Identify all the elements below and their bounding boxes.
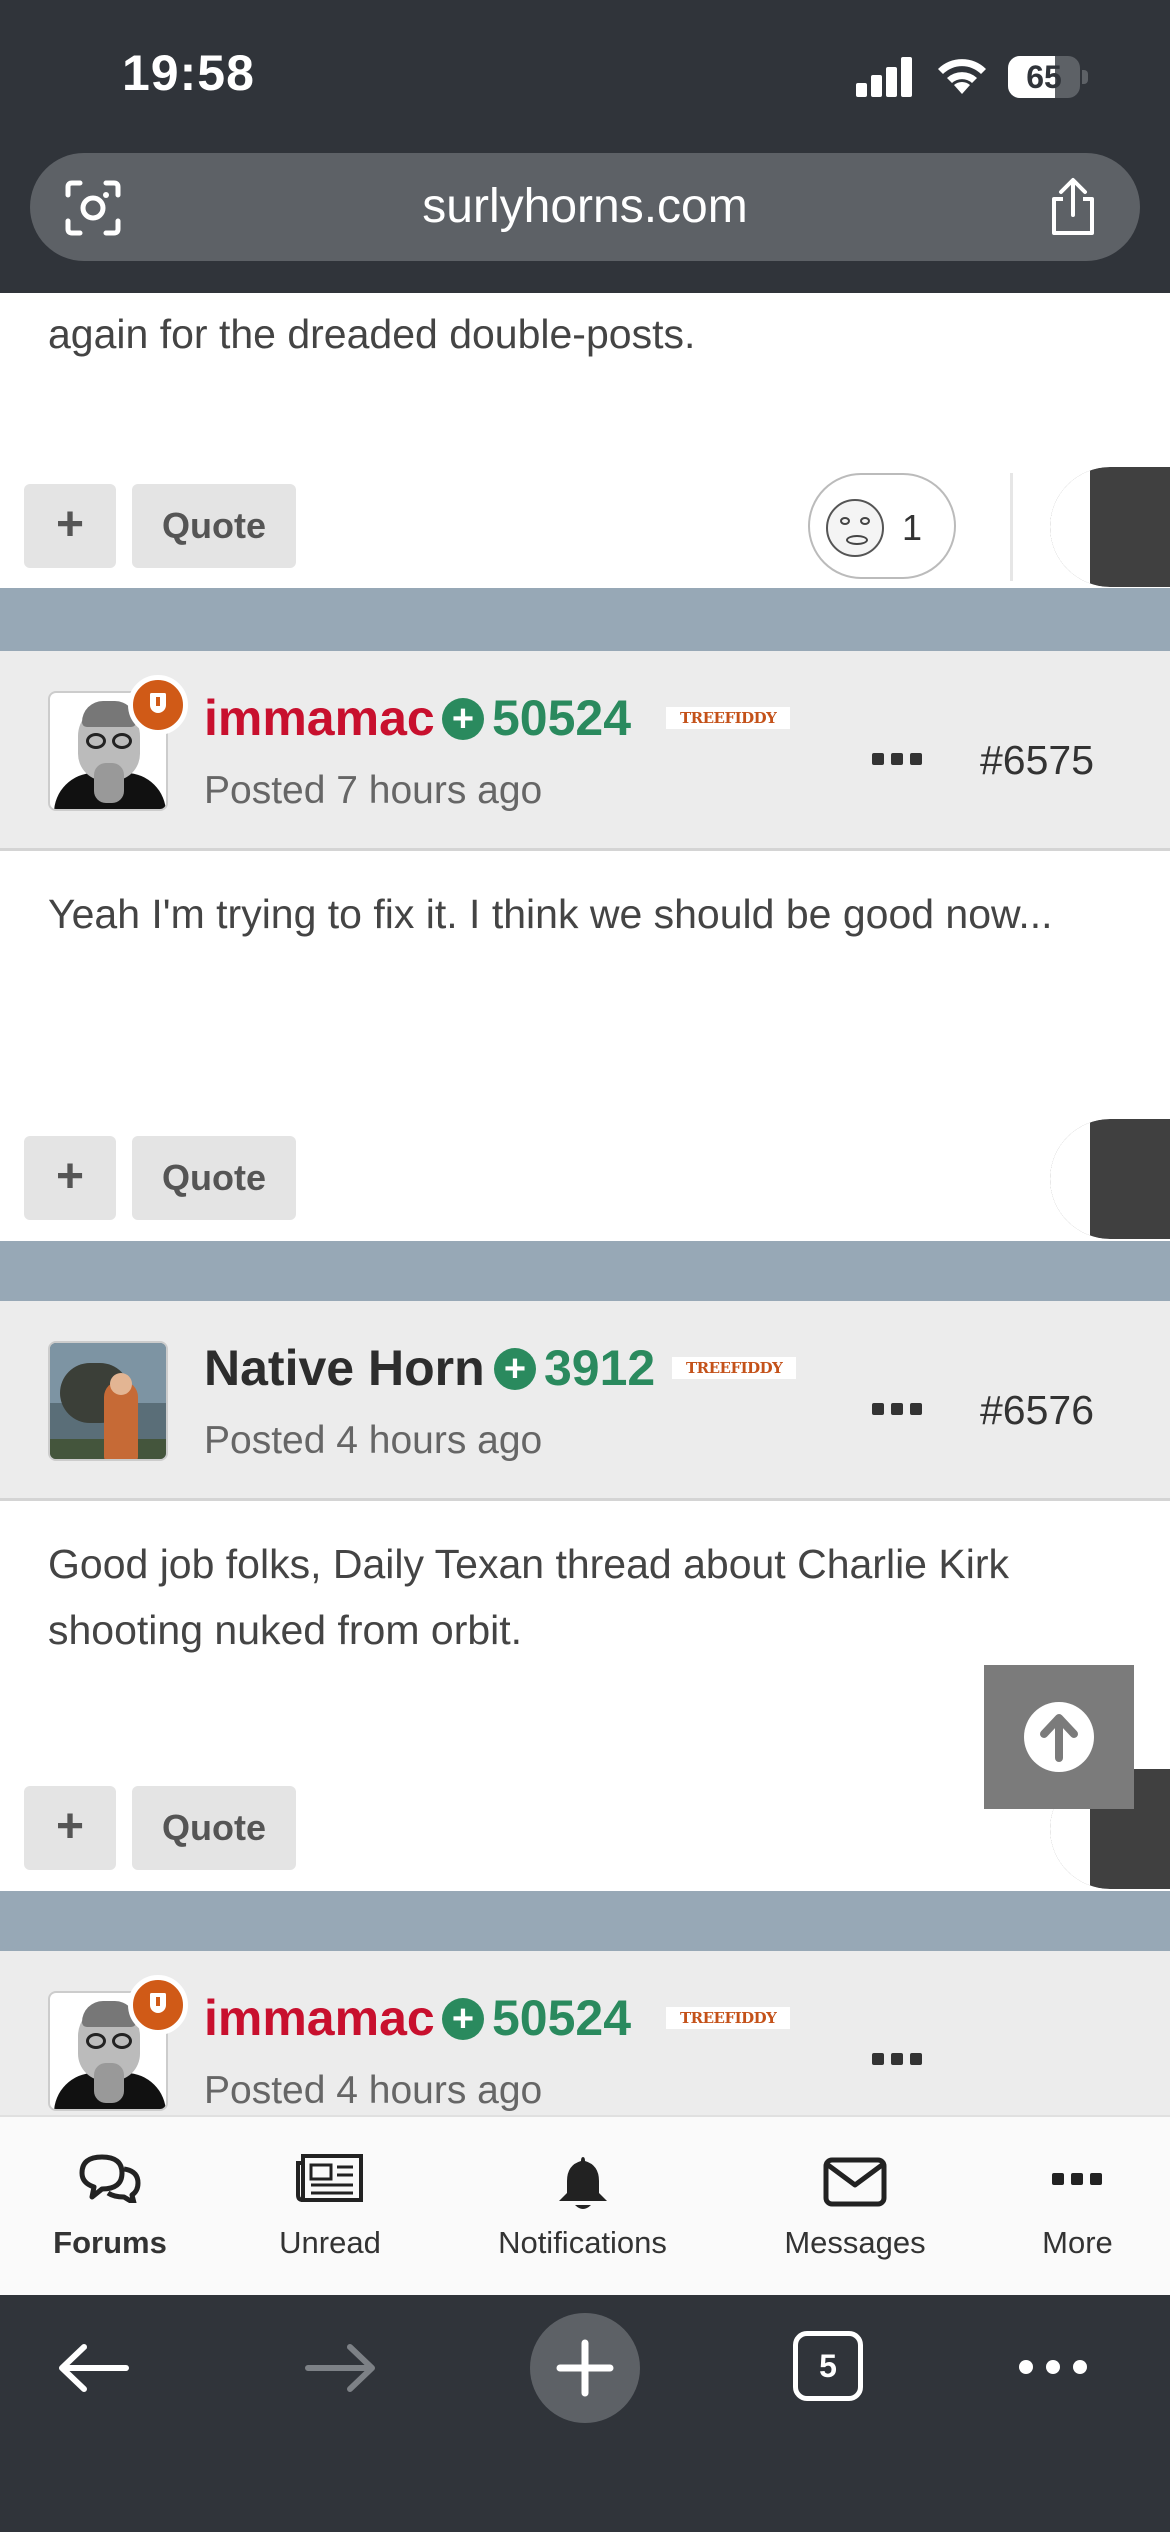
newspaper-icon bbox=[296, 2154, 363, 2202]
battery-icon: 65 bbox=[1008, 56, 1088, 98]
avatar-circle[interactable] bbox=[1050, 467, 1170, 587]
plus-circle-icon: + bbox=[442, 1998, 484, 2040]
username[interactable]: Native Horn bbox=[204, 1339, 485, 1397]
tab-notifications[interactable]: Notifications bbox=[480, 2117, 685, 2297]
posted-time: Posted 4 hours ago bbox=[204, 2069, 543, 2112]
tab-unread-label: Unread bbox=[279, 2225, 381, 2260]
username[interactable]: immamac bbox=[204, 689, 435, 747]
cellular-signal-icon bbox=[856, 57, 914, 97]
reaction-button[interactable]: 1 bbox=[808, 473, 956, 579]
user-tag: TREEFIDDY bbox=[672, 1357, 797, 1379]
envelope-icon bbox=[823, 2157, 887, 2207]
avatar[interactable] bbox=[48, 1341, 168, 1461]
username[interactable]: immamac bbox=[204, 1989, 435, 2047]
reputation-value: 3912 bbox=[544, 1340, 656, 1396]
rage-face-icon bbox=[826, 499, 884, 557]
tab-forums-label: Forums bbox=[53, 2225, 167, 2260]
user-tag: TREEFIDDY bbox=[666, 707, 791, 729]
reaction-count: 1 bbox=[902, 507, 923, 548]
reputation-value: 50524 bbox=[492, 690, 632, 746]
plus-button[interactable]: + bbox=[24, 1786, 116, 1870]
tab-messages-label: Messages bbox=[784, 2225, 926, 2260]
avatar-circle[interactable] bbox=[1050, 1119, 1170, 1239]
quote-button[interactable]: Quote bbox=[132, 484, 296, 568]
menu-dots-icon[interactable] bbox=[1018, 2359, 1088, 2375]
post-message: Yeah I'm trying to fix it. I think we sh… bbox=[48, 891, 1053, 937]
tab-switcher-button[interactable]: 5 bbox=[793, 2331, 863, 2401]
divider bbox=[1010, 473, 1013, 581]
tab-more-label: More bbox=[1042, 2225, 1113, 2260]
thread-content: again for the dreaded double-posts. + Qu… bbox=[0, 293, 1170, 2115]
battery-level: 65 bbox=[1026, 59, 1062, 95]
reputation: +3912 bbox=[494, 1339, 655, 1397]
post-header: Native Horn +3912 TREEFIDDY Posted 4 hou… bbox=[0, 1301, 1170, 1501]
post-body: Yeah I'm trying to fix it. I think we sh… bbox=[0, 851, 1170, 1241]
plus-circle-icon: + bbox=[494, 1348, 536, 1390]
more-options-icon[interactable] bbox=[872, 1403, 924, 1417]
more-dots-icon bbox=[1052, 2173, 1102, 2185]
arrow-up-icon bbox=[1024, 1702, 1094, 1772]
post-number[interactable]: #6575 bbox=[980, 737, 1094, 784]
tab-unread[interactable]: Unread bbox=[250, 2117, 410, 2297]
post-body: again for the dreaded double-posts. + Qu… bbox=[0, 293, 1170, 588]
share-icon[interactable] bbox=[1046, 177, 1100, 237]
tab-notifications-label: Notifications bbox=[498, 2225, 667, 2260]
plus-icon bbox=[556, 2339, 614, 2397]
scroll-to-top-button[interactable] bbox=[984, 1665, 1134, 1809]
new-tab-button[interactable] bbox=[530, 2313, 640, 2423]
status-time: 19:58 bbox=[122, 45, 255, 101]
more-options-icon[interactable] bbox=[872, 2053, 924, 2067]
more-options-icon[interactable] bbox=[872, 753, 924, 767]
posted-time: Posted 4 hours ago bbox=[204, 1419, 543, 1462]
wifi-icon bbox=[938, 59, 986, 94]
plus-button[interactable]: + bbox=[24, 484, 116, 568]
bell-icon bbox=[559, 2157, 607, 2209]
quote-button[interactable]: Quote bbox=[132, 1136, 296, 1220]
reputation-value: 50524 bbox=[492, 1990, 632, 2046]
forward-arrow-icon[interactable] bbox=[304, 2343, 376, 2393]
posted-time: Posted 7 hours ago bbox=[204, 769, 543, 812]
post-header: immamac +50524 TREEFIDDY Posted 4 hours … bbox=[0, 1951, 1170, 2115]
browser-bottom-chrome: 5 bbox=[0, 2295, 1170, 2532]
site-tab-bar: Forums Unread Notifications Messages Mor… bbox=[0, 2115, 1170, 2295]
quote-button[interactable]: Quote bbox=[132, 1786, 296, 1870]
plus-circle-icon: + bbox=[442, 698, 484, 740]
back-arrow-icon[interactable] bbox=[58, 2343, 130, 2393]
moderator-badge-icon bbox=[128, 675, 188, 735]
reputation: +50524 bbox=[442, 689, 631, 747]
post-number[interactable]: #6576 bbox=[980, 1387, 1094, 1434]
moderator-badge-icon bbox=[128, 1975, 188, 2035]
tab-more[interactable]: More bbox=[1020, 2117, 1135, 2297]
tab-forums[interactable]: Forums bbox=[30, 2117, 190, 2297]
browser-top-chrome: 19:58 65 surlyhorns.com bbox=[0, 0, 1170, 293]
reputation: +50524 bbox=[442, 1989, 631, 2047]
address-bar[interactable]: surlyhorns.com bbox=[30, 153, 1140, 261]
plus-button[interactable]: + bbox=[24, 1136, 116, 1220]
chat-bubbles-icon bbox=[79, 2154, 141, 2203]
post-header: immamac +50524 TREEFIDDY Posted 7 hours … bbox=[0, 651, 1170, 851]
url-text[interactable]: surlyhorns.com bbox=[30, 153, 1140, 261]
tab-messages[interactable]: Messages bbox=[770, 2117, 940, 2297]
post-message: Good job folks, Daily Texan thread about… bbox=[48, 1541, 1009, 1653]
post-message: again for the dreaded double-posts. bbox=[48, 311, 696, 357]
user-tag: TREEFIDDY bbox=[666, 2007, 791, 2029]
